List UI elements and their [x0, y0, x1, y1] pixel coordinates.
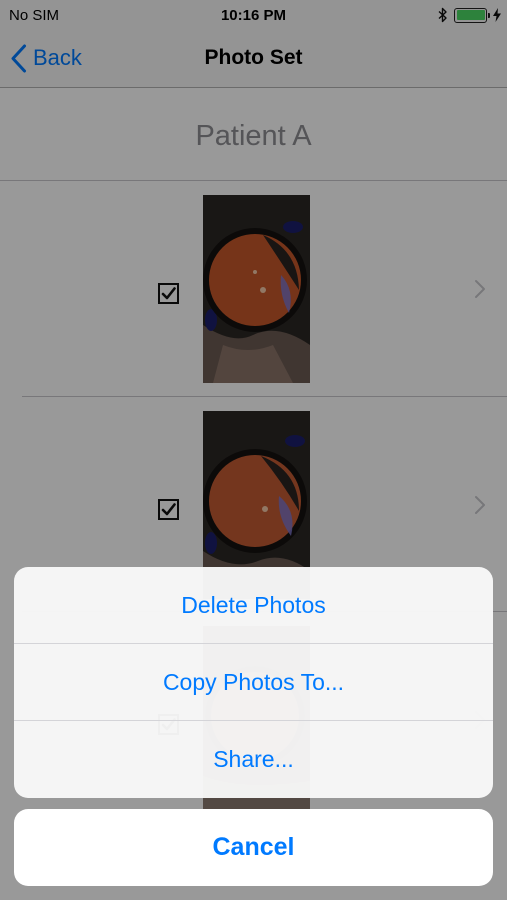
copy-photos-to-button[interactable]: Copy Photos To...	[14, 644, 493, 721]
action-sheet: Delete Photos Copy Photos To... Share...	[14, 567, 493, 798]
delete-photos-button[interactable]: Delete Photos	[14, 567, 493, 644]
share-button[interactable]: Share...	[14, 721, 493, 798]
cancel-button[interactable]: Cancel	[14, 809, 493, 886]
